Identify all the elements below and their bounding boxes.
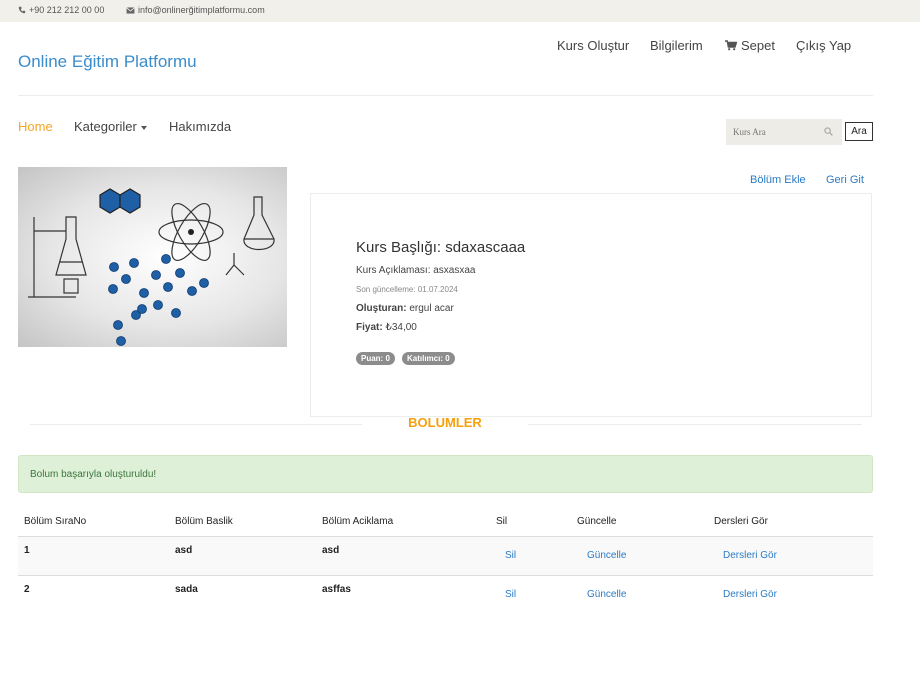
add-section-link[interactable]: Bölüm Ekle <box>750 174 806 186</box>
view-lessons-link[interactable]: Dersleri Gör <box>723 550 777 561</box>
price-label: Fiyat: <box>356 322 383 333</box>
rating-badge: Puan: 0 <box>356 352 395 365</box>
price-value: ₺34,00 <box>385 322 417 333</box>
section-divider-left <box>30 424 362 425</box>
update-link[interactable]: Güncelle <box>587 550 626 561</box>
cart-icon <box>725 40 737 51</box>
phone-contact: +90 212 212 00 00 <box>18 5 104 15</box>
creator-label: Oluşturan: <box>356 303 407 314</box>
table-header-no: Bölüm SıraNo <box>24 516 87 527</box>
top-contact-bar: +90 212 212 00 00 info@onlinerğitimplatf… <box>0 0 920 22</box>
nav-categories-label: Kategoriler <box>74 119 137 134</box>
brand-title[interactable]: Online Eğitim Platformu <box>18 52 197 72</box>
section-divider-right <box>528 424 862 425</box>
delete-link[interactable]: Sil <box>505 589 516 600</box>
sections-heading: BOLUMLER <box>408 415 482 430</box>
row-title: asd <box>175 545 193 556</box>
table-header-description: Bölüm Aciklama <box>322 516 394 527</box>
course-creator: Oluşturan: ergul acar <box>356 303 454 314</box>
nav-logout[interactable]: Çıkış Yap <box>796 38 851 53</box>
course-title: Kurs Başlığı: sdaxascaaa <box>356 239 526 256</box>
table-header-lessons: Dersleri Gör <box>714 516 768 527</box>
course-info-card: Kurs Başlığı: sdaxascaaa Kurs Açıklaması… <box>310 193 872 417</box>
course-price: Fiyat: ₺34,00 <box>356 322 417 333</box>
nav-categories[interactable]: Kategoriler <box>74 119 147 134</box>
nav-about[interactable]: Hakımızda <box>169 119 231 134</box>
table-header-update: Güncelle <box>577 516 617 527</box>
header-divider <box>18 95 873 96</box>
phone-text: +90 212 212 00 00 <box>29 5 105 15</box>
row-description: asffas <box>322 584 351 595</box>
row-description: asd <box>322 545 340 556</box>
nav-cart[interactable]: Sepet <box>725 38 775 53</box>
nav-cart-label: Sepet <box>741 38 775 53</box>
caret-down-icon <box>140 125 147 130</box>
email-text[interactable]: info@onlinerğitimplatformu.com <box>138 5 265 15</box>
participants-badge: Katılımcı: 0 <box>402 352 455 365</box>
table-header-title: Bölüm Baslik <box>175 516 233 527</box>
email-contact[interactable]: info@onlinerğitimplatformu.com <box>126 5 265 15</box>
course-description: Kurs Açıklaması: asxasxaa <box>356 265 476 276</box>
search-button[interactable]: Ara <box>845 122 873 141</box>
update-link[interactable]: Güncelle <box>587 589 626 600</box>
nav-create-course[interactable]: Kurs Oluştur <box>557 38 629 53</box>
row-title: sada <box>175 584 198 595</box>
go-back-link[interactable]: Geri Git <box>826 174 864 186</box>
phone-icon <box>18 6 26 14</box>
course-updated: Son güncelleme: 01.07.2024 <box>356 285 458 294</box>
table-row: 2 sada asffas Sil Güncelle Dersleri Gör <box>18 575 873 614</box>
success-alert: Bolum başarıyla oluşturuldu! <box>18 455 873 493</box>
course-image <box>18 167 287 347</box>
nav-home[interactable]: Home <box>18 119 53 134</box>
search-icon <box>824 127 833 136</box>
delete-link[interactable]: Sil <box>505 550 516 561</box>
search-box <box>726 119 842 145</box>
chemistry-illustration <box>28 188 275 346</box>
creator-name: ergul acar <box>409 303 454 314</box>
view-lessons-link[interactable]: Dersleri Gör <box>723 589 777 600</box>
row-no: 2 <box>24 584 30 595</box>
row-no: 1 <box>24 545 30 556</box>
nav-my-info[interactable]: Bilgilerim <box>650 38 703 53</box>
envelope-icon <box>126 6 135 14</box>
table-header-delete: Sil <box>496 516 508 527</box>
table-row: 1 asd asd Sil Güncelle Dersleri Gör <box>18 536 873 575</box>
